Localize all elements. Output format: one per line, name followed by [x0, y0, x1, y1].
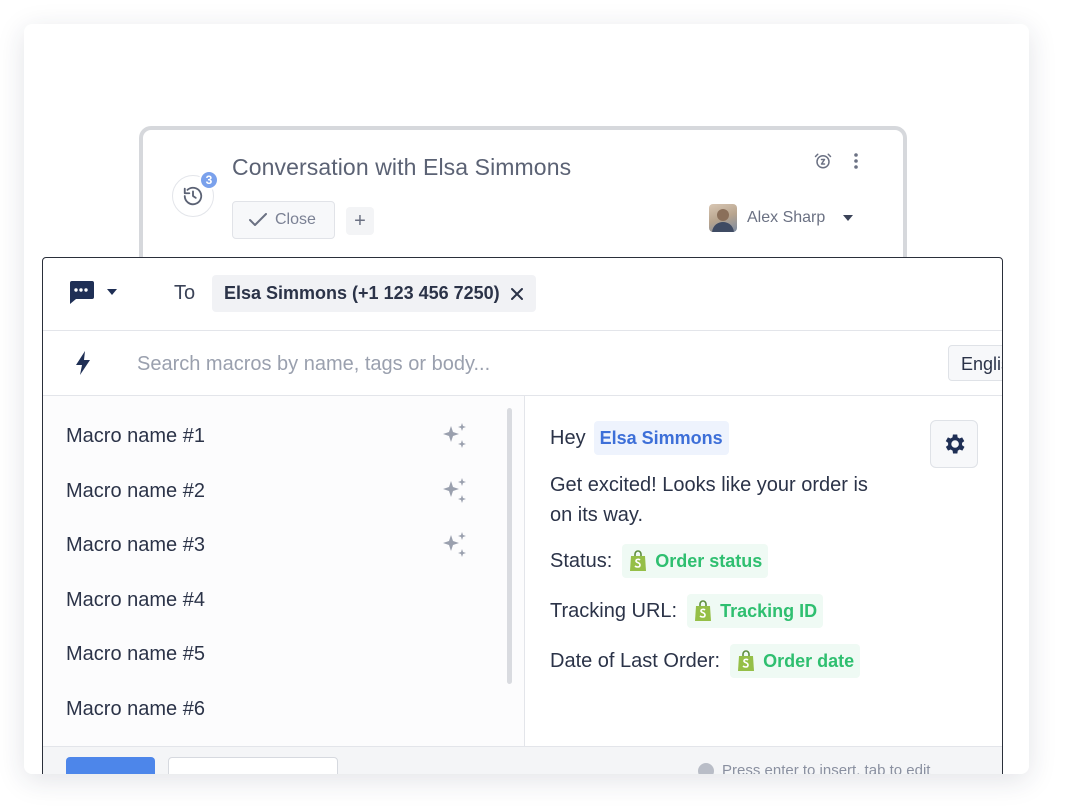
send-and-close-button[interactable]: Send & Close [168, 757, 338, 774]
check-icon [249, 213, 267, 226]
order-status-variable[interactable]: Order status [622, 544, 769, 578]
app-card: 3 Conversation with Elsa Simmons Close +… [24, 24, 1029, 774]
list-item[interactable]: Macro name #3 [43, 518, 498, 572]
list-item[interactable]: Macro name #2 [43, 464, 498, 518]
close-icon[interactable] [510, 287, 524, 301]
macro-name: Macro name #3 [66, 533, 205, 556]
customer-name-variable[interactable]: Elsa Simmons [593, 421, 729, 455]
preview-field-order-date: Date of Last Order: Order date [550, 644, 861, 678]
close-button-label: Close [275, 211, 316, 228]
greeting-text: Hey [550, 426, 586, 449]
shopify-bag-icon [738, 650, 755, 671]
recipient-name: Elsa Simmons (+1 123 456 7250) [224, 283, 500, 303]
list-item[interactable]: Macro name #4 [43, 573, 498, 627]
macro-settings-button[interactable] [930, 420, 978, 468]
list-item[interactable]: Macro name #1 [43, 409, 498, 463]
footer-hint: Press enter to insert, tab to edit [698, 762, 930, 774]
macro-name: Macro name #6 [66, 697, 205, 720]
person-silhouette-icon [712, 209, 734, 232]
ai-sparkle-icon [443, 423, 466, 448]
macro-name: Macro name #1 [66, 424, 205, 447]
preview-greeting-line: Hey Elsa Simmons [550, 421, 729, 455]
lightning-bolt-icon [76, 351, 90, 375]
field-label: Date of Last Order: [550, 649, 721, 672]
close-button[interactable]: Close [232, 201, 335, 239]
channel-selector[interactable] [67, 279, 117, 305]
macro-name: Macro name #2 [66, 479, 205, 502]
shopify-bag-icon [630, 550, 647, 571]
list-item[interactable]: Macro name #5 [43, 627, 498, 681]
field-label: Tracking URL: [550, 599, 678, 622]
macro-search-input[interactable] [137, 347, 837, 381]
ai-sparkle-icon [443, 478, 466, 503]
variable-label: Order status [655, 550, 763, 571]
macro-search-row: English [43, 331, 1002, 396]
chevron-down-icon [843, 215, 854, 221]
footer-hint-text: Press enter to insert, tab to edit [722, 762, 931, 774]
list-item[interactable]: Macro name #6 [43, 682, 498, 736]
preview-field-status: Status: Order status [550, 544, 769, 578]
variable-label: Order date [763, 650, 855, 671]
macro-list-scrollbar[interactable] [507, 408, 512, 684]
ai-sparkle-icon [443, 532, 466, 557]
add-button[interactable]: + [346, 207, 374, 235]
gear-icon [945, 434, 965, 454]
avatar [709, 204, 737, 232]
language-selector[interactable]: English [948, 345, 1002, 381]
reply-composer: To Elsa Simmons (+1 123 456 7250) Englis… [42, 257, 1003, 774]
assignee-name: Alex Sharp [747, 209, 826, 226]
order-date-variable[interactable]: Order date [730, 644, 861, 678]
macro-preview: Hey Elsa Simmons Get excited! Looks like… [526, 396, 1002, 746]
recipient-row: To Elsa Simmons (+1 123 456 7250) [43, 258, 1002, 331]
send-button[interactable]: Send [66, 757, 155, 774]
composer-footer: Send Send & Close Press enter to insert,… [43, 746, 1002, 774]
assignee-selector[interactable]: Alex Sharp [709, 204, 854, 232]
info-icon [698, 762, 714, 774]
more-vertical-icon[interactable] [853, 152, 859, 170]
preview-body-line: on its way. [550, 504, 643, 526]
conversation-title: Conversation with Elsa Simmons [232, 154, 572, 180]
macro-name: Macro name #5 [66, 642, 205, 665]
field-label: Status: [550, 549, 613, 572]
recipient-chip[interactable]: Elsa Simmons (+1 123 456 7250) [212, 275, 536, 312]
tracking-id-variable[interactable]: Tracking ID [687, 594, 824, 628]
history-icon [183, 186, 203, 206]
variable-label: Tracking ID [720, 600, 818, 621]
macro-name: Macro name #4 [66, 588, 205, 611]
preview-field-tracking: Tracking URL: Tracking ID [550, 594, 824, 628]
chevron-down-icon [107, 289, 117, 295]
macro-list: Macro name #1 Macro name #2 Macro name #… [43, 396, 525, 746]
chat-bubble-icon [70, 281, 94, 304]
history-count-badge: 3 [199, 170, 219, 190]
shopify-bag-icon [695, 600, 712, 621]
preview-body-line: Get excited! Looks like your order is [550, 474, 868, 496]
to-label: To [174, 282, 196, 304]
snooze-clock-icon[interactable] [814, 152, 832, 170]
